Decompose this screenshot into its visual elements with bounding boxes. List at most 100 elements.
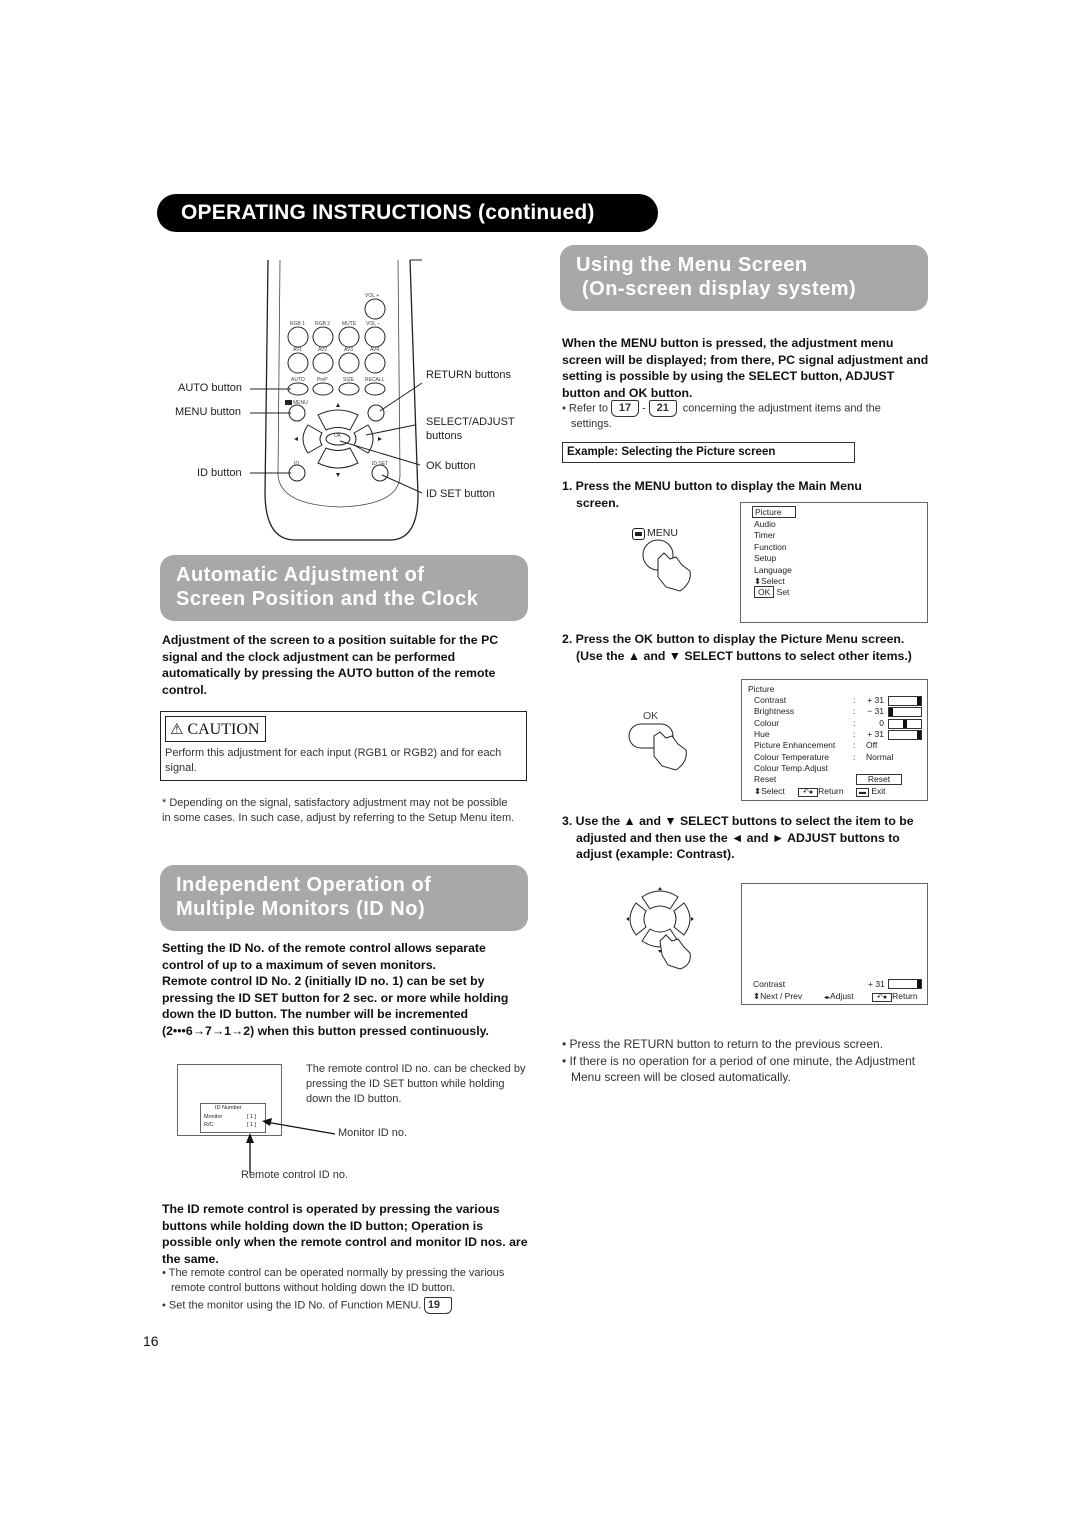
picture-menu-item[interactable]: Brightness (754, 706, 794, 716)
id-title-line2: Multiple Monitors (ID No) (176, 898, 426, 920)
menu-intro: When the MENU button is pressed, the adj… (562, 336, 929, 400)
size-label: SIZE (343, 377, 355, 383)
id-intro: Setting the ID No. of the remote control… (162, 940, 530, 1039)
contrast-level-bar[interactable] (888, 979, 922, 989)
next-prev-hint: ⬍Next / Prev (753, 991, 803, 1001)
picture-menu-item[interactable]: Colour Temperature (754, 752, 829, 762)
example-label: Example: Selecting the Picture screen (562, 442, 855, 463)
picture-menu-value: 0 (879, 717, 884, 728)
picture-menu-item[interactable]: Colour (754, 718, 779, 728)
return-icon: ↶● (872, 993, 893, 1002)
hand-pressing-icon (628, 723, 687, 771)
caution-label: CAUTION (187, 721, 260, 738)
caution-badge: ⚠ CAUTION (165, 716, 267, 742)
id-check-text: The remote control ID no. can be checked… (306, 1063, 526, 1105)
return-hint: ↶● Return (872, 991, 918, 1002)
id-intro-line1: Setting the ID No. of the remote control… (162, 941, 486, 972)
step-3: 3. Use the ▲ and ▼ SELECT buttons to sel… (562, 814, 914, 861)
picture-menu-title: Picture (748, 684, 775, 694)
picture-menu-value: + 31 (867, 728, 884, 739)
caution-box: ⚠ CAUTION Perform this adjustment for ea… (160, 711, 527, 781)
auto-intro: Adjustment of the screen to a position s… (162, 633, 499, 697)
menu-refer: • Refer to 17-21 concerning the adjustmen… (562, 400, 881, 430)
level-bar[interactable] (888, 707, 922, 718)
av1-label: AV1 (293, 347, 303, 353)
main-menu-item[interactable]: Setup (754, 553, 776, 563)
return-buttons-callout: RETURN buttons (426, 369, 511, 381)
main-menu-item[interactable]: Function (754, 542, 787, 552)
av3-label: AV3 (344, 347, 354, 353)
pinp-label: PinP (317, 377, 328, 383)
level-marker (917, 730, 921, 739)
picture-menu-value: Normal (866, 751, 894, 762)
separator: : (853, 717, 856, 728)
picture-menu-value: Off (866, 740, 878, 751)
picture-menu-item[interactable]: Contrast (754, 695, 786, 705)
separator: : (853, 728, 856, 739)
picture-menu-value: + 31 (867, 695, 884, 705)
menu-bullets: • Press the RETURN button to return to t… (562, 1036, 932, 1086)
main-menu-item[interactable]: Language (754, 565, 792, 575)
id-operation-text: The ID remote control is operated by pre… (162, 1202, 528, 1266)
id-set-label: ID SET (372, 461, 389, 467)
dpad-press-illustration (626, 887, 694, 970)
vol-minus-label: VOL − (366, 321, 381, 327)
picture-menu-screen: Picture Contrast: + 31 Brightness: − 31 Colo… (741, 679, 928, 801)
id-bullet: • Set the monitor using the ID No. of Fu… (162, 1297, 532, 1314)
picture-menu-item[interactable]: Hue (754, 729, 770, 739)
return-hint: ↶● Return (798, 786, 844, 797)
main-menu-screen: Picture Audio Timer Function Setup Langu… (740, 502, 928, 623)
remote-illustration: VOL + RGB 1 RGB 2 MUTE VOL − AV1 AV2 AV3… (160, 255, 530, 555)
select-adjust-callout-2: buttons (426, 430, 463, 442)
id-title-line1: Independent Operation of (176, 874, 432, 896)
level-marker (917, 697, 921, 705)
adjust-item-value: + 31 (868, 979, 885, 989)
menu-bullet: • If there is no operation for a period … (562, 1053, 916, 1085)
separator: : (853, 751, 856, 762)
page-ref-21[interactable]: 21 (648, 400, 677, 417)
menu-title-line1: Using the Menu Screen (576, 254, 808, 276)
rgb1-label: RGB 1 (290, 321, 306, 327)
menu-section-title: Using the Menu Screen (On-screen display… (560, 245, 928, 311)
level-bar[interactable] (888, 729, 922, 740)
picture-menu-item[interactable]: Picture Enhancement (754, 740, 835, 750)
caution-text: Perform this adjustment for each input (… (165, 747, 502, 774)
picture-menu-item[interactable]: Reset (754, 774, 776, 784)
adjust-item-label: Contrast (753, 979, 786, 989)
menu-button-label: MENU (647, 527, 678, 539)
level-marker (889, 708, 893, 717)
vol-plus-label: VOL + (365, 293, 380, 299)
id-label: ID (294, 461, 299, 467)
level-bar[interactable] (888, 718, 922, 729)
picture-menu-item[interactable]: Colour Temp.Adjust (754, 763, 828, 773)
ok-set-hint: OK Set (754, 586, 789, 598)
id-section-title: Independent Operation of Multiple Monito… (160, 865, 528, 931)
main-menu-item[interactable]: Timer (754, 530, 775, 540)
select-adjust-callout: SELECT/ADJUST (426, 416, 515, 428)
picture-menu-value: − 31 (867, 706, 884, 717)
id-bullet: • The remote control can be operated nor… (162, 1267, 505, 1294)
id-intro-line2: Remote control ID No. 2 (initially ID no… (162, 974, 509, 1038)
ok-button-label: OK (643, 710, 659, 722)
main-menu-item-selected[interactable]: Picture (752, 506, 797, 518)
page-header: OPERATING INSTRUCTIONS (continued) (157, 194, 658, 232)
step-2: 2. Press the OK button to display the Pi… (562, 632, 912, 663)
adjust-hint: ◂▸Adjust (824, 991, 854, 1001)
av2-label: AV2 (318, 347, 328, 353)
auto-title-line1: Automatic Adjustment of (176, 564, 425, 586)
level-marker (903, 719, 907, 728)
page-ref-19[interactable]: 19 (424, 1297, 453, 1314)
reset-button[interactable]: Reset (856, 774, 902, 785)
auto-label: AUTO (291, 377, 305, 383)
select-hint: ⬍Select (754, 786, 785, 796)
av4-label: AV4 (370, 347, 380, 353)
page-ref-17[interactable]: 17 (611, 400, 640, 417)
page-number: 16 (143, 1333, 159, 1349)
main-menu-item[interactable]: Audio (754, 519, 776, 529)
menu-label: MENU (293, 400, 308, 406)
monitor-id-callout: Monitor ID no. (338, 1127, 408, 1139)
level-bar[interactable] (888, 696, 922, 706)
adjust-screen: Contrast + 31 ⬍Next / Prev ◂▸Adjust ↶● Re… (741, 883, 928, 1005)
separator: : (853, 706, 856, 717)
recall-label: RECALL (365, 377, 385, 383)
